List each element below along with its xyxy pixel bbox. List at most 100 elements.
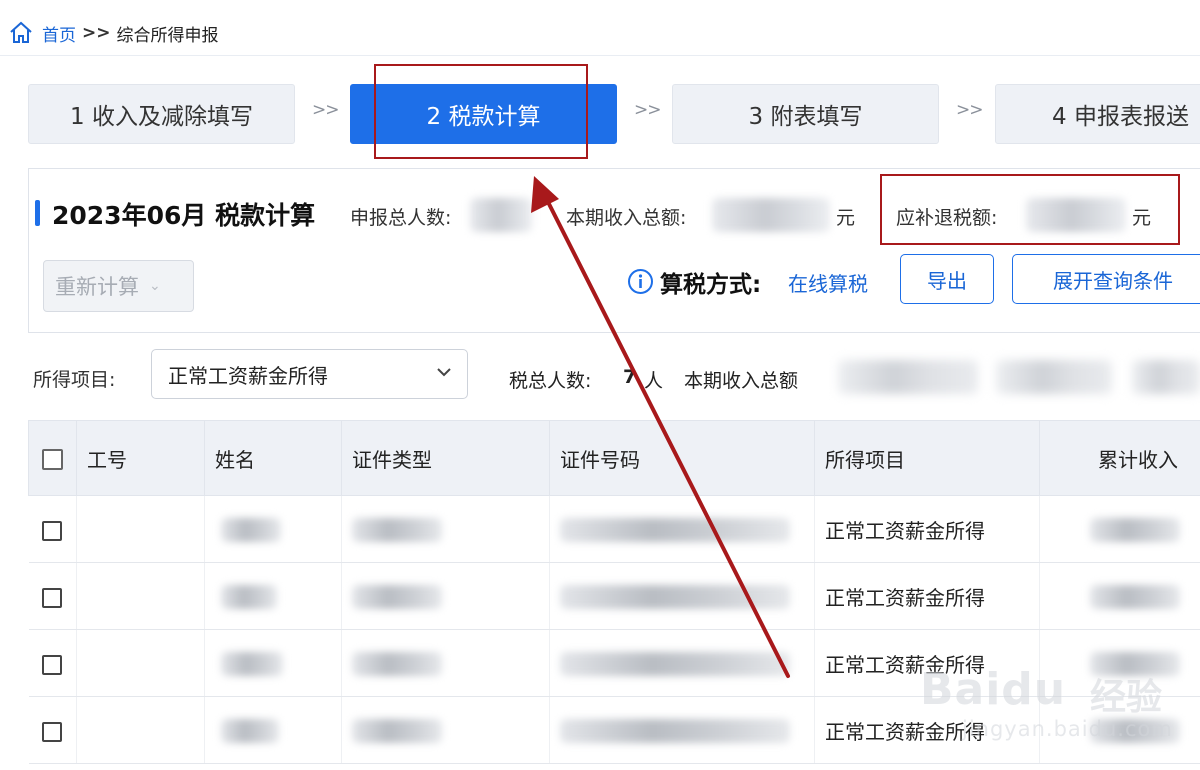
- step-tax-calculation[interactable]: 2 税款计算: [350, 84, 617, 144]
- step-arrow-icon: >>: [312, 100, 339, 120]
- filter-income-value-blurred: [1132, 360, 1200, 394]
- tax-due-unit: 元: [1132, 207, 1152, 229]
- employee-id-cell: [76, 696, 205, 764]
- row-select-cell: [28, 696, 77, 764]
- step-attachment[interactable]: 3 附表填写: [672, 84, 939, 144]
- column-header[interactable]: 累计收入: [1039, 420, 1200, 496]
- blurred-value: [1090, 651, 1180, 676]
- tax-method-link[interactable]: 在线算税: [788, 268, 868, 297]
- tax-due-value-blurred: [1026, 198, 1126, 232]
- declared-people-value-blurred: [470, 198, 532, 232]
- cumulative-income-cell: [1039, 495, 1200, 563]
- id-number-cell: [549, 696, 815, 764]
- expand-query-button[interactable]: 展开查询条件: [1012, 254, 1200, 304]
- blurred-value: [560, 517, 790, 542]
- income-item-selected: 正常工资薪金所得: [168, 363, 328, 388]
- filter-income-label: 本期收入总额: [684, 370, 799, 392]
- row-checkbox[interactable]: [42, 654, 63, 675]
- step-submit[interactable]: 4 申报表报送: [995, 84, 1200, 144]
- id-type-cell: [341, 629, 550, 697]
- table-row[interactable]: 正常工资薪金所得: [28, 495, 1200, 563]
- row-checkbox[interactable]: [42, 520, 63, 541]
- blurred-value: [560, 651, 790, 676]
- tax-due-label: 应补退税额:: [896, 207, 998, 229]
- income-total-value-blurred: [712, 198, 830, 232]
- cumulative-income-cell: [1039, 562, 1200, 630]
- step-income-deduction[interactable]: 1 收入及减除填写: [28, 84, 295, 144]
- tax-detail-table: 工号 姓名 证件类型 证件号码 所得项目 累计收入 正常工资薪金所得 正常工资薪…: [28, 420, 1200, 764]
- blurred-value: [560, 718, 790, 743]
- column-header[interactable]: 证件类型: [341, 420, 550, 496]
- income-item-cell: 正常工资薪金所得: [814, 495, 1040, 563]
- blurred-value: [221, 651, 283, 676]
- id-type-cell: [341, 495, 550, 563]
- column-header[interactable]: 所得项目: [814, 420, 1040, 496]
- chevron-down-icon: ⌄: [149, 278, 161, 294]
- step-arrow-icon: >>: [634, 100, 661, 120]
- income-total-label: 本期收入总额:: [566, 207, 687, 229]
- income-total-unit: 元: [836, 207, 856, 229]
- id-number-cell: [549, 629, 815, 697]
- tax-summary-panel: [28, 168, 1200, 333]
- filter-people-label: 税总人数:: [509, 370, 592, 392]
- blurred-value: [221, 517, 281, 542]
- table-row[interactable]: 正常工资薪金所得: [28, 629, 1200, 697]
- table-row[interactable]: 正常工资薪金所得: [28, 696, 1200, 764]
- blurred-value: [1090, 584, 1180, 609]
- filter-income-value-blurred: [996, 360, 1112, 394]
- breadcrumb-separator: >>: [82, 23, 111, 43]
- row-checkbox[interactable]: [42, 721, 63, 742]
- employee-id-cell: [76, 495, 205, 563]
- recalculate-label: 重新计算: [55, 275, 139, 299]
- title-accent-bar: [35, 200, 40, 226]
- recalculate-button[interactable]: 重新计算 ⌄: [43, 260, 194, 312]
- breadcrumb: 首页 >> 综合所得申报: [8, 20, 219, 46]
- row-select-cell: [28, 629, 77, 697]
- column-header[interactable]: 证件号码: [549, 420, 815, 496]
- blurred-value: [1090, 517, 1180, 542]
- declared-people-label: 申报总人数:: [350, 207, 452, 229]
- breadcrumb-current: 综合所得申报: [116, 25, 219, 46]
- row-select-cell: [28, 562, 77, 630]
- name-cell: [204, 495, 342, 563]
- id-type-cell: [341, 696, 550, 764]
- name-cell: [204, 696, 342, 764]
- table-row[interactable]: 正常工资薪金所得: [28, 562, 1200, 630]
- name-cell: [204, 562, 342, 630]
- home-icon[interactable]: [8, 20, 34, 46]
- filter-people-value: 7: [623, 366, 637, 388]
- table-header-row: 工号 姓名 证件类型 证件号码 所得项目 累计收入: [28, 420, 1200, 496]
- step-arrow-icon: >>: [956, 100, 983, 120]
- filter-people-unit: 人: [644, 370, 664, 392]
- employee-id-cell: [76, 562, 205, 630]
- chevron-down-icon: [437, 368, 451, 377]
- select-all-checkbox[interactable]: [42, 449, 63, 470]
- breadcrumb-home-link[interactable]: 首页: [42, 21, 76, 46]
- blurred-value: [352, 651, 442, 676]
- column-header[interactable]: 姓名: [204, 420, 342, 496]
- cumulative-income-cell: [1039, 629, 1200, 697]
- id-number-cell: [549, 495, 815, 563]
- income-item-label: 所得项目:: [33, 369, 116, 391]
- info-icon[interactable]: [627, 268, 654, 295]
- blurred-value: [221, 584, 277, 609]
- column-header[interactable]: 工号: [76, 420, 205, 496]
- income-item-cell: 正常工资薪金所得: [814, 696, 1040, 764]
- tax-method-label: 算税方式:: [660, 272, 762, 298]
- row-select-cell: [28, 495, 77, 563]
- export-button[interactable]: 导出: [900, 254, 994, 304]
- blurred-value: [352, 718, 442, 743]
- blurred-value: [1090, 718, 1180, 743]
- employee-id-cell: [76, 629, 205, 697]
- name-cell: [204, 629, 342, 697]
- blurred-value: [352, 584, 442, 609]
- income-item-select[interactable]: 正常工资薪金所得: [151, 349, 468, 399]
- id-type-cell: [341, 562, 550, 630]
- row-checkbox[interactable]: [42, 587, 63, 608]
- blurred-value: [352, 517, 442, 542]
- id-number-cell: [549, 562, 815, 630]
- header-divider: [0, 55, 1200, 56]
- filter-income-value-blurred: [838, 360, 978, 394]
- page-title: 2023年06月 税款计算: [52, 201, 316, 230]
- blurred-value: [560, 584, 790, 609]
